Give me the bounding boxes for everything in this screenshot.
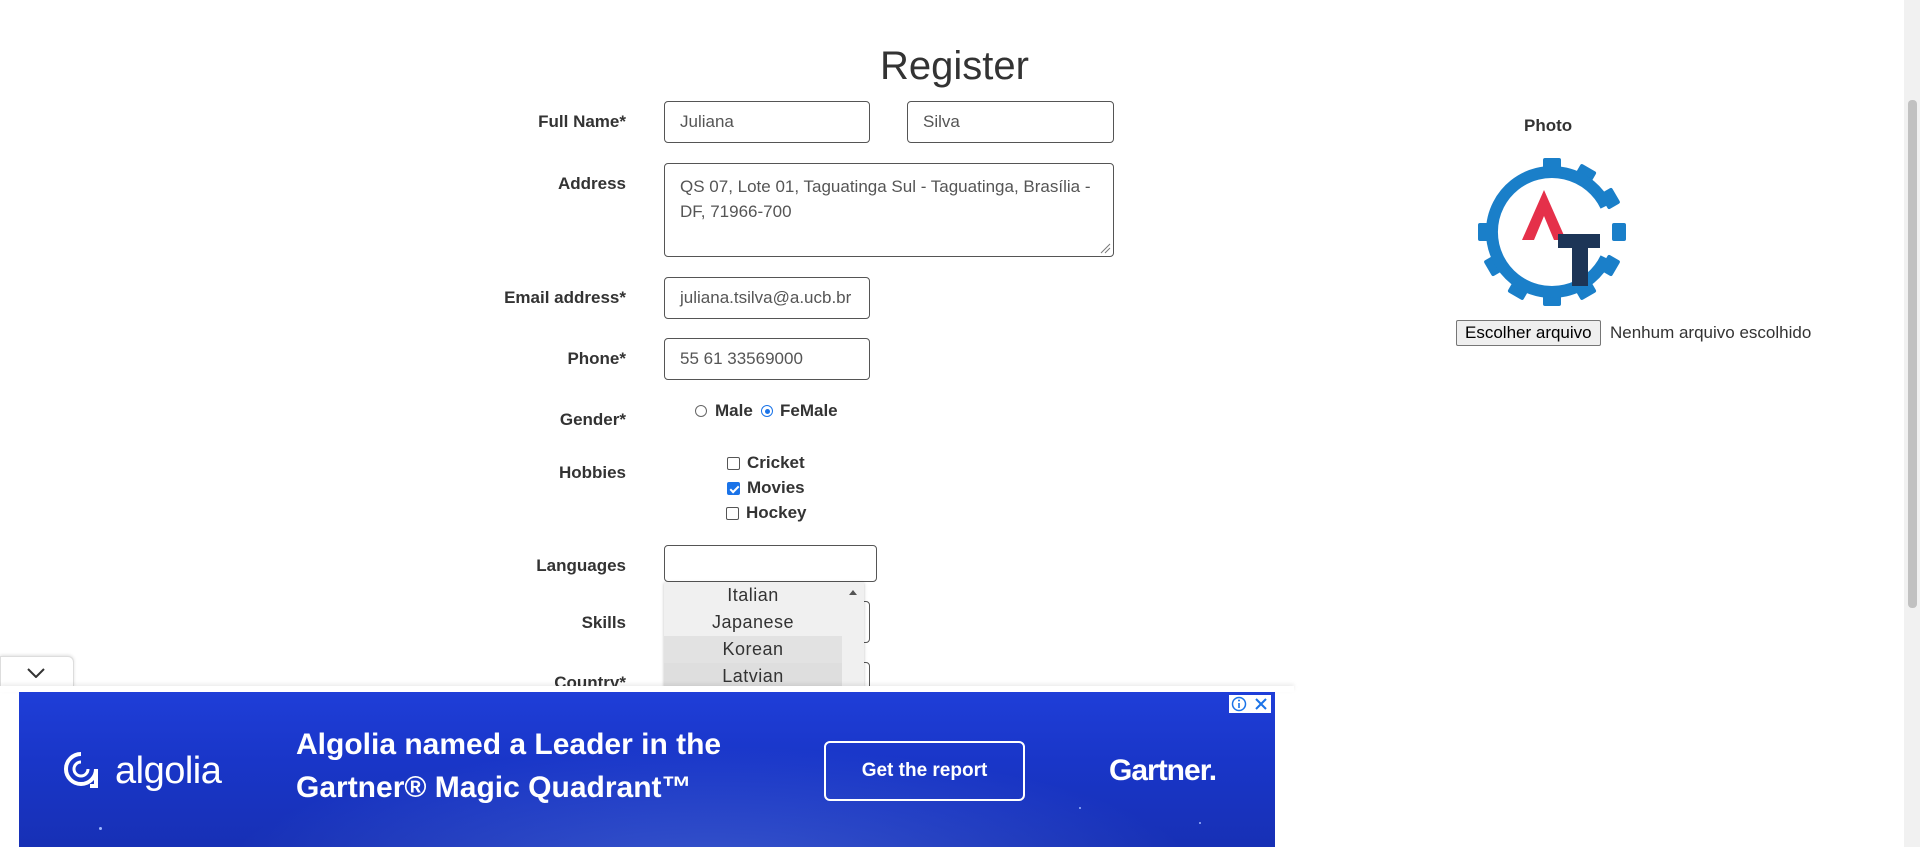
ad-collapse-tab[interactable]	[0, 656, 74, 688]
ad-controls	[1229, 695, 1271, 713]
page-title: Register	[880, 44, 1029, 88]
hobby-movies-label[interactable]: Movies	[747, 478, 805, 498]
ad-banner[interactable]: algolia Algolia named a Leader in the Ga…	[19, 692, 1275, 847]
ad-headline-line1: Algolia named a Leader in the	[296, 728, 722, 761]
address-label: Address	[557, 174, 626, 193]
phone-input[interactable]: 55 61 33569000	[664, 338, 870, 380]
languages-dropdown[interactable]: Italian Japanese Korean Latvian	[664, 582, 864, 692]
page-scrollbar-thumb[interactable]	[1908, 100, 1917, 608]
ad-headline-line2: Gartner® Magic Quadrant™	[296, 771, 692, 804]
photo-label: Photo	[1524, 116, 1573, 135]
ad-sparkle	[1199, 822, 1201, 824]
choose-file-button[interactable]: Escolher arquivo	[1456, 320, 1601, 346]
language-option-italian[interactable]: Italian	[664, 582, 842, 609]
email-label: Email address*	[504, 288, 626, 307]
dropdown-scrollbar[interactable]	[842, 582, 864, 692]
gartner-brand-text: Gartner.	[1109, 754, 1217, 787]
close-icon[interactable]	[1253, 696, 1269, 712]
gender-male-label[interactable]: Male	[715, 401, 753, 421]
first-name-input[interactable]: Juliana	[664, 101, 870, 143]
phone-label: Phone*	[567, 349, 626, 368]
gender-male-radio[interactable]	[695, 405, 707, 417]
full-name-label: Full Name*	[538, 112, 626, 131]
hobby-cricket-checkbox[interactable]	[727, 457, 740, 470]
gender-female-label[interactable]: FeMale	[780, 401, 838, 421]
chevron-down-icon[interactable]	[27, 668, 45, 678]
skills-label: Skills	[581, 613, 626, 632]
languages-label: Languages	[536, 556, 626, 575]
language-option-korean[interactable]: Korean	[664, 636, 842, 663]
file-status-text: Nenhum arquivo escolhido	[1610, 323, 1812, 342]
gender-label: Gender*	[559, 410, 626, 429]
get-report-button[interactable]: Get the report	[824, 741, 1025, 801]
hobby-cricket-label[interactable]: Cricket	[747, 453, 805, 473]
scroll-up-arrow-icon[interactable]	[849, 590, 857, 596]
language-option-japanese[interactable]: Japanese	[664, 609, 842, 636]
ad-sparkle	[99, 827, 102, 830]
info-icon[interactable]	[1231, 696, 1247, 712]
ad-sparkle	[1079, 807, 1081, 809]
at-logo-icon	[1478, 158, 1626, 306]
hobby-hockey-checkbox[interactable]	[726, 507, 739, 520]
email-input[interactable]: juliana.tsilva@a.ucb.br	[664, 277, 870, 319]
hobby-hockey-label[interactable]: Hockey	[746, 503, 806, 523]
last-name-input[interactable]: Silva	[907, 101, 1114, 143]
address-textarea[interactable]: QS 07, Lote 01, Taguatinga Sul - Taguati…	[664, 163, 1114, 257]
languages-multiselect[interactable]	[664, 545, 877, 582]
hobby-movies-checkbox[interactable]	[727, 482, 740, 495]
resize-handle-icon[interactable]	[1100, 243, 1111, 254]
algolia-logo-icon	[64, 752, 98, 788]
hobbies-label: Hobbies	[558, 463, 626, 482]
algolia-brand-text: algolia	[115, 750, 222, 792]
page-scrollbar[interactable]	[1904, 0, 1920, 847]
gender-female-radio[interactable]	[761, 405, 773, 417]
